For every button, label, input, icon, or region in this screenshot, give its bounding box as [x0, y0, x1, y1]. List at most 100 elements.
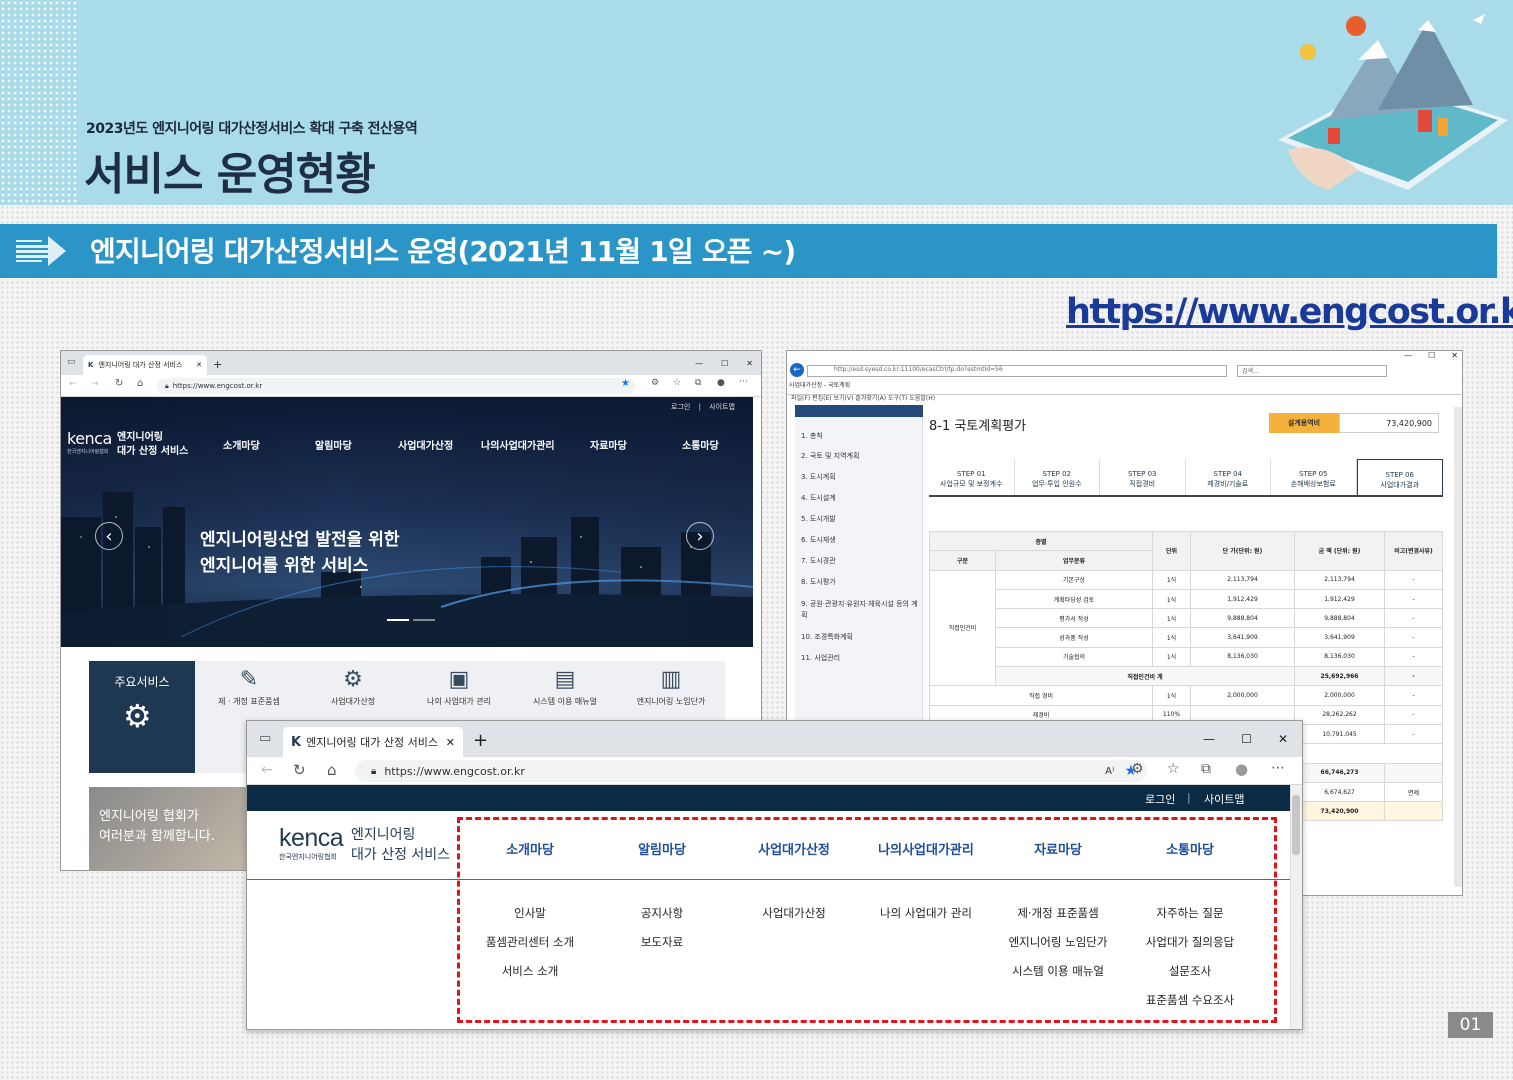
tab-bar: ▭ K 엔지니어링 대가 산정 서비스 ✕ + — ☐ ✕	[61, 351, 761, 375]
sitemap-link[interactable]: 사이트맵	[1204, 791, 1244, 807]
profile-icon[interactable]: ●	[1235, 760, 1248, 778]
side-item-urban-regen[interactable]: 6. 도시재생	[801, 535, 919, 546]
carousel-indicator-active[interactable]	[387, 619, 409, 621]
login-link[interactable]: 로그인	[671, 403, 690, 411]
ie-menu-bar[interactable]: 파일(F) 편집(E) 보기(V) 즐겨찾기(A) 도구(T) 도움말(H)	[791, 393, 935, 402]
step-tab-1[interactable]: STEP 01 사업규모 및 보정계수	[929, 459, 1015, 495]
cell-task: 직접 경비	[929, 685, 1153, 706]
carousel-prev-icon[interactable]: ‹	[95, 522, 123, 550]
service-my-cost[interactable]: ▣ 나의 사업대가 관리	[407, 663, 511, 707]
step-tab-4[interactable]: STEP 04 제경비/기술료	[1186, 459, 1271, 495]
new-tab-icon[interactable]: +	[213, 358, 222, 371]
refresh-icon[interactable]: ↻	[115, 378, 123, 389]
cell-price: 2,000,000	[1190, 685, 1295, 706]
home-icon[interactable]: ⌂	[137, 378, 143, 389]
tab-actions-icon[interactable]: ▭	[259, 731, 271, 746]
side-item-urban-landscape[interactable]: 7. 도시경관	[801, 556, 919, 567]
side-item-urban-eval[interactable]: 8. 도시평가	[801, 577, 919, 588]
minimize-icon[interactable]: —	[1203, 732, 1215, 746]
carousel-next-icon[interactable]: ›	[686, 522, 714, 550]
side-item-project-mgmt[interactable]: 11. 사업관리	[801, 653, 919, 664]
close-window-icon[interactable]: ✕	[1451, 351, 1458, 360]
collections-icon[interactable]: ⧉	[695, 378, 701, 388]
more-menu-icon[interactable]: ⋯	[739, 377, 748, 387]
home-icon[interactable]: ⌂	[327, 761, 337, 779]
manual-book-icon: ▤	[554, 667, 576, 692]
service-label: 사업대가산정	[330, 697, 376, 706]
step-tab-6-active[interactable]: STEP 06 사업대가결과	[1356, 459, 1443, 495]
back-icon[interactable]: ←	[69, 379, 77, 389]
maximize-icon[interactable]: ☐	[721, 359, 728, 368]
tab-actions-icon[interactable]: ▭	[67, 357, 76, 367]
nav-intro[interactable]: 소개마당	[223, 437, 260, 452]
service-standard[interactable]: ✎ 제 · 개정 표준품셈	[197, 663, 301, 707]
extensions-icon[interactable]: ⚙	[651, 378, 659, 388]
close-window-icon[interactable]: ✕	[1278, 732, 1288, 746]
side-item-landscape-special[interactable]: 10. 조경특화계획	[801, 632, 919, 643]
service-manual[interactable]: ▤ 시스템 이용 매뉴얼	[513, 663, 617, 707]
collections-icon[interactable]: ⧉	[1201, 761, 1211, 777]
refresh-icon[interactable]: ↻	[293, 761, 306, 779]
kenca-logo[interactable]: kenca	[67, 429, 112, 448]
ie-tab[interactable]: 사업대가산정 - 국토계획	[789, 380, 889, 390]
tab-title: 엔지니어링 대가 산정 서비스	[306, 736, 439, 749]
read-aloud-icon[interactable]: A⁾	[1105, 766, 1114, 777]
favorites-icon[interactable]: ☆	[1167, 761, 1180, 777]
nav-my-cost[interactable]: 나의사업대가관리	[481, 437, 555, 452]
cell-note: 면제	[1384, 781, 1443, 803]
service-cost-calc[interactable]: ⚙ 사업대가산정	[301, 663, 405, 707]
nav-notice[interactable]: 알림마당	[315, 437, 352, 452]
extensions-icon[interactable]: ⚙	[1131, 761, 1144, 777]
cell-note: -	[1384, 704, 1443, 725]
ie-url-input[interactable]: http://esd.syesd.co.kr:11100/ecasCtrl/tp…	[807, 365, 1227, 377]
site-url-link[interactable]: https://www.engcost.or.kr	[1066, 292, 1513, 332]
hero-headline-2: 엔지니어를 위한 서비스	[200, 556, 369, 576]
lock-icon: 🔒︎	[371, 765, 377, 777]
ie-search-input[interactable]: 검색...	[1237, 365, 1387, 377]
logo-subtitle: 한국엔지니어링협회	[279, 853, 337, 861]
browser-tab[interactable]: K 엔지니어링 대가 산정 서비스 ✕	[283, 727, 463, 757]
back-icon[interactable]: ←	[261, 762, 273, 778]
side-item-urban-design[interactable]: 4. 도시설계	[801, 493, 919, 504]
side-item-general[interactable]: 1. 총칙	[801, 431, 919, 442]
kenca-logo[interactable]: kenca	[279, 824, 344, 853]
cell-note: -	[1384, 723, 1443, 745]
favorites-icon[interactable]: ☆	[673, 378, 681, 388]
step-tab-2[interactable]: STEP 02 업무·투입 인원수	[1015, 459, 1100, 495]
login-link[interactable]: 로그인	[1145, 791, 1175, 807]
minimize-icon[interactable]: —	[695, 359, 703, 368]
sitemap-link[interactable]: 사이트맵	[709, 403, 735, 411]
step-tab-3[interactable]: STEP 03 직접경비	[1100, 459, 1186, 495]
nav-community[interactable]: 소통마당	[682, 437, 719, 452]
new-tab-icon[interactable]: +	[473, 730, 488, 751]
step-tab-5[interactable]: STEP 05 손해배상보험료	[1271, 459, 1357, 495]
maximize-icon[interactable]: ☐	[1428, 351, 1435, 360]
close-tab-icon[interactable]: ✕	[446, 736, 455, 749]
step-number: STEP 05	[1299, 470, 1328, 478]
side-item-urban-plan[interactable]: 3. 도시계획	[801, 472, 919, 483]
carousel-indicator[interactable]	[413, 619, 435, 621]
favorite-star-icon[interactable]: ★	[621, 378, 630, 389]
side-item-parks[interactable]: 9. 공원·관광지·유원지·체육시설 등의 계획	[801, 599, 919, 621]
scrollbar[interactable]	[1454, 407, 1462, 887]
more-menu-icon[interactable]: ⋯	[1271, 760, 1285, 776]
back-icon[interactable]: ←	[790, 363, 804, 377]
url-input[interactable]: 🔒︎ https://www.engcost.or.kr	[157, 378, 635, 394]
cell-note: -	[1384, 646, 1443, 668]
th-unit: 단위	[1152, 531, 1191, 571]
maximize-icon[interactable]: ☐	[1241, 732, 1252, 746]
minimize-icon[interactable]: —	[1404, 351, 1412, 360]
forward-icon[interactable]: →	[91, 379, 99, 389]
service-wage[interactable]: ▥ 엔지니어링 노임단가	[619, 663, 723, 707]
nav-cost-calc[interactable]: 사업대가산정	[398, 437, 453, 452]
close-tab-icon[interactable]: ✕	[196, 361, 202, 369]
side-item-national-plan[interactable]: 2. 국토 및 지역계획	[801, 451, 919, 462]
cell-task: 기술협의	[995, 646, 1153, 668]
side-item-urban-dev[interactable]: 5. 도시개발	[801, 514, 919, 525]
url-input[interactable]: 🔒︎ https://www.engcost.or.kr A⁾ ★	[355, 760, 1147, 782]
close-window-icon[interactable]: ✕	[746, 359, 753, 368]
profile-icon[interactable]: ●	[717, 378, 725, 388]
browser-tab[interactable]: K 엔지니어링 대가 산정 서비스 ✕	[83, 355, 207, 375]
nav-resources[interactable]: 자료마당	[590, 437, 627, 452]
scrollbar-thumb[interactable]	[1292, 795, 1300, 855]
